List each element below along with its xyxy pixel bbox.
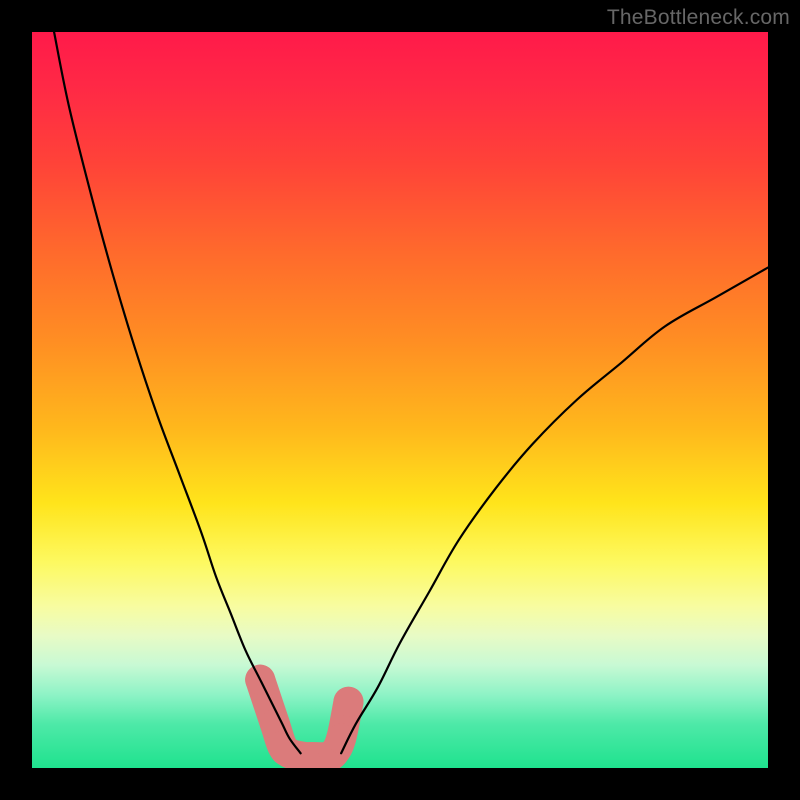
marker-layer (245, 665, 363, 768)
chart-svg (32, 32, 768, 768)
data-marker (326, 724, 356, 754)
data-marker (333, 687, 363, 717)
curve-right-curve (341, 268, 768, 754)
watermark-text: TheBottleneck.com (607, 6, 790, 30)
plot-area (32, 32, 768, 768)
chart-frame: TheBottleneck.com (0, 0, 800, 800)
curve-left-curve (54, 32, 301, 753)
line-layer (54, 32, 768, 753)
